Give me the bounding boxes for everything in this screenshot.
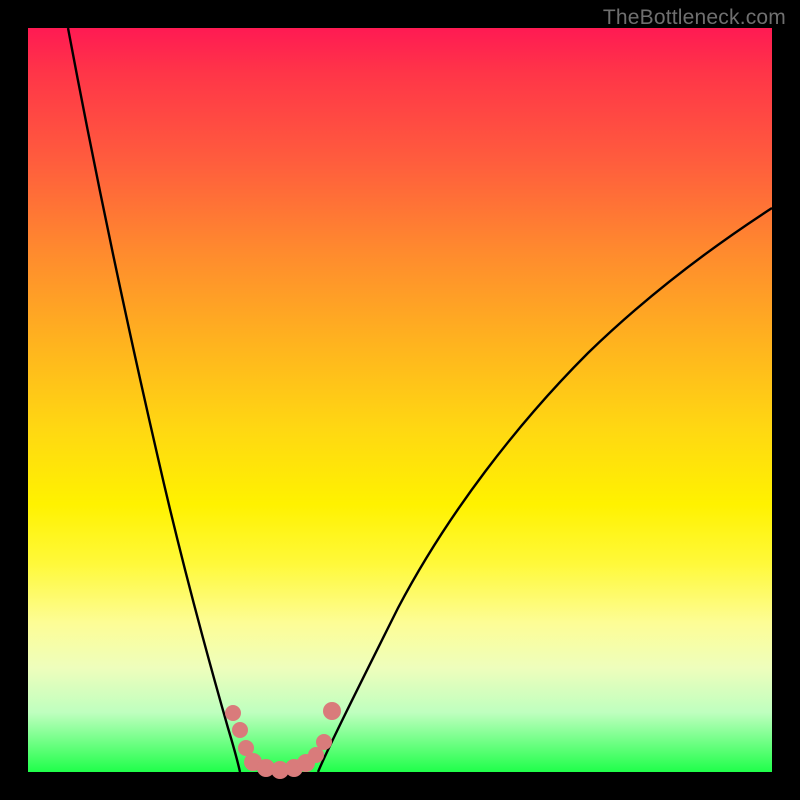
curve-right-branch — [318, 208, 772, 772]
marker-dot — [323, 702, 341, 720]
marker-dot — [232, 722, 248, 738]
chart-svg — [28, 28, 772, 772]
watermark-text: TheBottleneck.com — [603, 6, 786, 30]
marker-dot — [225, 705, 241, 721]
chart-plot-area — [28, 28, 772, 772]
marker-group — [225, 702, 341, 779]
marker-dot — [316, 734, 332, 750]
curve-left-branch — [68, 28, 240, 772]
